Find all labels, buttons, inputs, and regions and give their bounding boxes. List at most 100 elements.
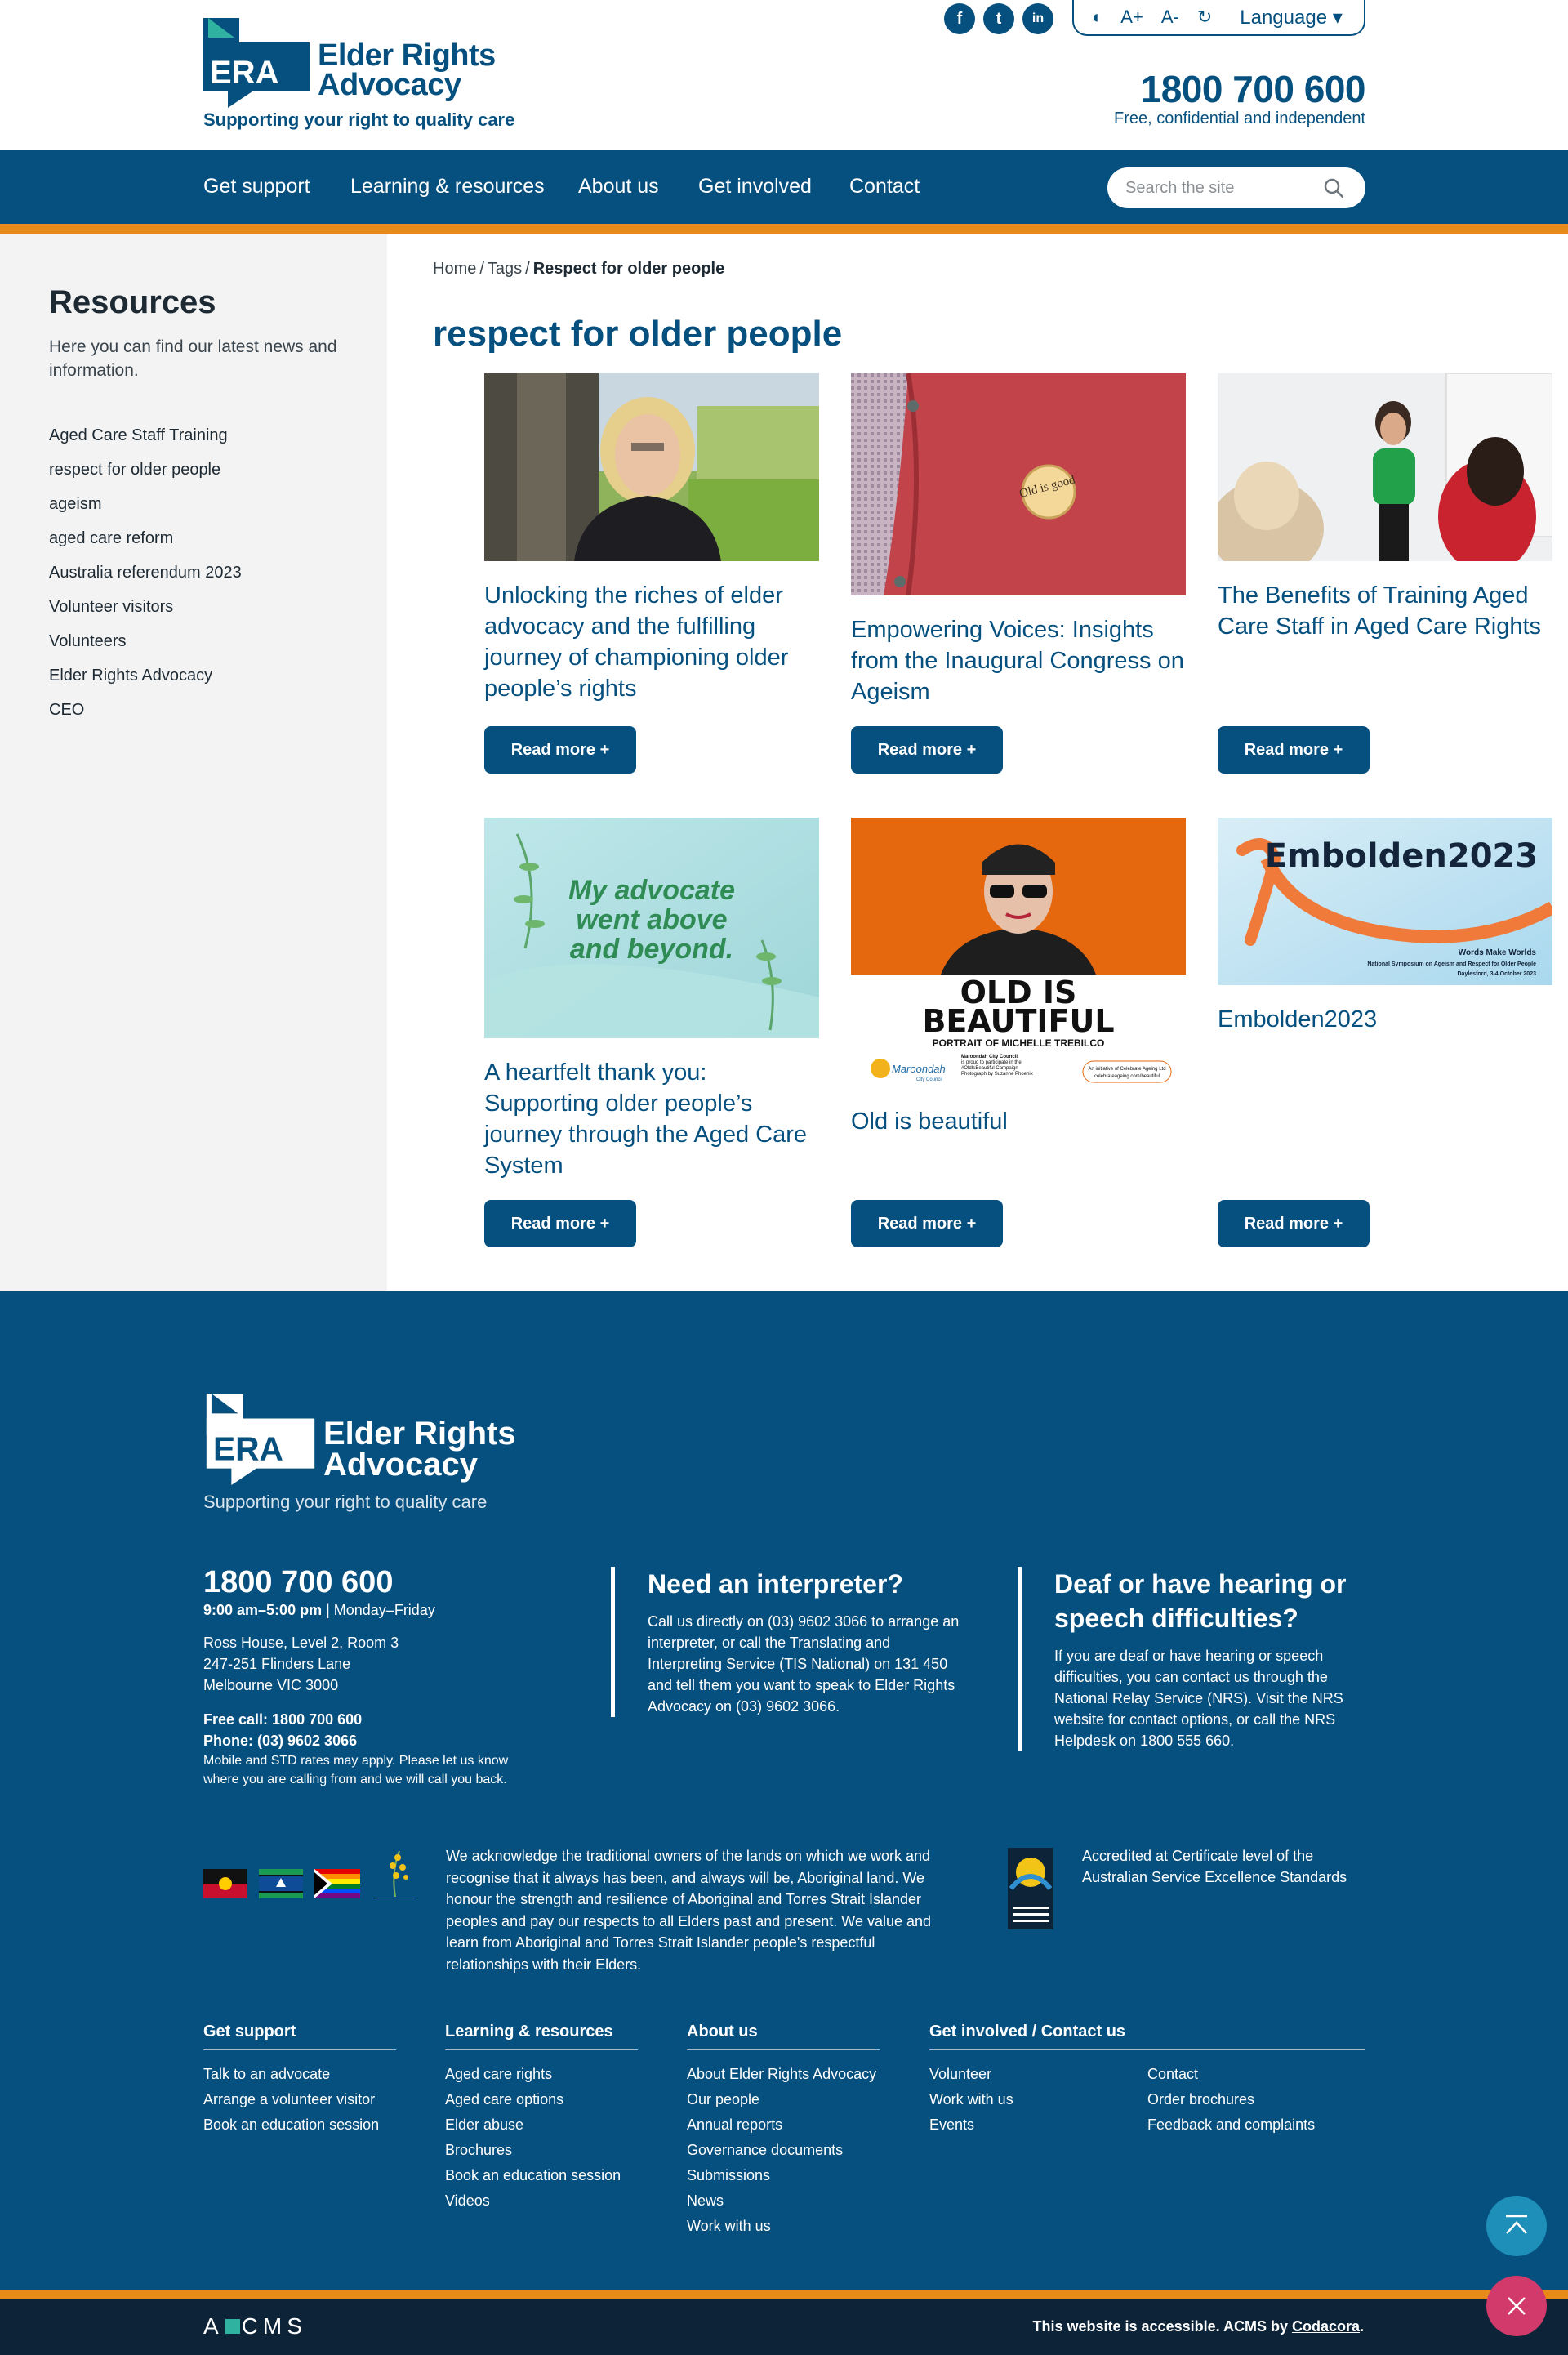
breadcrumb-home[interactable]: Home: [433, 260, 476, 278]
footer-logo-name: Elder Rights Advocacy: [323, 1416, 516, 1483]
card-title[interactable]: A heartfelt thank you: Supporting older …: [484, 1057, 819, 1181]
card-image-woman-by-tree[interactable]: [484, 373, 819, 561]
twitter-icon[interactable]: t: [983, 3, 1014, 34]
footer-link[interactable]: Aged care options: [445, 2087, 638, 2112]
header-phone[interactable]: 1800 700 600: [1141, 67, 1366, 111]
era-logo[interactable]: ERA Elder Rights Advocacy Supporting you…: [203, 18, 514, 136]
card-image-my-advocate-quote[interactable]: My advocate went above and beyond.: [484, 818, 819, 1038]
footer-link[interactable]: Elder abuse: [445, 2112, 638, 2138]
card-title[interactable]: Empowering Voices: Insights from the Ina…: [851, 614, 1186, 707]
svg-text:Daylesford, 3-4 October 2023: Daylesford, 3-4 October 2023: [1458, 971, 1537, 977]
text-decrease-button[interactable]: A-: [1161, 7, 1179, 28]
read-more-button[interactable]: Read more +: [1218, 726, 1370, 774]
sidebar-item[interactable]: Aged Care Staff Training: [49, 418, 242, 453]
read-more-button[interactable]: Read more +: [1218, 1200, 1370, 1247]
footer-link[interactable]: Book an education session: [445, 2163, 638, 2188]
language-dropdown[interactable]: Language ▾: [1240, 6, 1343, 29]
card-title[interactable]: Unlocking the riches of elder advocacy a…: [484, 580, 819, 704]
read-more-button[interactable]: Read more +: [851, 726, 1003, 774]
deaf-text: If you are deaf or have hearing or speec…: [1054, 1648, 1343, 1749]
footer-link[interactable]: Volunteer: [929, 2062, 1147, 2087]
card-image-old-is-beautiful-poster[interactable]: OLD IS BEAUTIFUL PORTRAIT OF MICHELLE TR…: [851, 818, 1186, 1087]
footer-link[interactable]: Work with us: [687, 2214, 880, 2239]
card-title[interactable]: The Benefits of Training Aged Care Staff…: [1218, 580, 1552, 642]
footer-address: Ross House, Level 2, Room 3 247-251 Flin…: [203, 1635, 399, 1693]
svg-text:BEAUTIFUL: BEAUTIFUL: [922, 1003, 1114, 1039]
footer-link[interactable]: Contact: [1147, 2062, 1365, 2087]
codacora-link[interactable]: Codacora: [1292, 2318, 1360, 2335]
footer-link[interactable]: About Elder Rights Advocacy: [687, 2062, 880, 2087]
nav-about-us[interactable]: About us: [578, 175, 659, 198]
nav-get-support[interactable]: Get support: [203, 175, 310, 198]
footer-link[interactable]: News: [687, 2188, 880, 2214]
footer-bottom-bar: A CMS This website is accessible. ACMS by…: [0, 2299, 1568, 2355]
footer-link[interactable]: Work with us: [929, 2087, 1147, 2112]
footer-phone-numbers: Free call: 1800 700 600 Phone: (03) 9602…: [203, 1711, 363, 1749]
svg-text:My advocate: My advocate: [568, 875, 735, 906]
footer-link[interactable]: Brochures: [445, 2138, 638, 2163]
article-card: Old is good Empowering Voices: Insights …: [851, 372, 1186, 707]
footer-phone[interactable]: 1800 700 600: [203, 1565, 393, 1600]
footer-logo-tagline: Supporting your right to quality care: [203, 1492, 488, 1512]
breadcrumb-tags[interactable]: Tags: [488, 260, 522, 278]
sidebar-title: Resources: [49, 284, 216, 320]
footer-link[interactable]: Annual reports: [687, 2112, 880, 2138]
nav-learning-resources[interactable]: Learning & resources: [350, 175, 545, 198]
read-more-button[interactable]: Read more +: [484, 726, 636, 774]
footer-link[interactable]: Aged care rights: [445, 2062, 638, 2087]
card-title[interactable]: Embolden2023: [1218, 1004, 1552, 1035]
sidebar-item[interactable]: Volunteers: [49, 624, 242, 658]
nav-contact[interactable]: Contact: [849, 175, 920, 198]
sidebar-item[interactable]: respect for older people: [49, 453, 242, 487]
interpreter-title: Need an interpreter?: [648, 1569, 903, 1599]
torres-strait-flag-icon: [259, 1869, 303, 1898]
sidebar: Resources Here you can find our latest n…: [0, 234, 387, 1291]
wattle-icon: [375, 1850, 414, 1898]
sidebar-item[interactable]: Volunteer visitors: [49, 590, 242, 624]
footer-link[interactable]: Book an education session: [203, 2112, 396, 2138]
card-image-embolden2023[interactable]: Embolden2023 Words Make Worlds National …: [1218, 818, 1556, 985]
card-title[interactable]: Old is beautiful: [851, 1106, 1186, 1137]
svg-text:ERA: ERA: [213, 1430, 283, 1467]
page-title: respect for older people: [433, 314, 843, 354]
sidebar-description: Here you can find our latest news and in…: [49, 337, 337, 380]
read-more-button[interactable]: Read more +: [851, 1200, 1003, 1247]
footer-link[interactable]: Our people: [687, 2087, 880, 2112]
nav-get-involved[interactable]: Get involved: [698, 175, 812, 198]
acms-logo[interactable]: A CMS: [203, 2313, 307, 2339]
sidebar-tag-list: Aged Care Staff Training respect for old…: [49, 418, 242, 727]
footer-link[interactable]: Order brochures: [1147, 2087, 1365, 2112]
sidebar-item[interactable]: ageism: [49, 487, 242, 521]
footer-menu-title: Get involved / Contact us: [929, 2023, 1365, 2050]
footer-link[interactable]: Submissions: [687, 2163, 880, 2188]
back-to-top-button[interactable]: [1486, 2196, 1547, 2256]
card-image-training-session[interactable]: [1209, 372, 1553, 578]
footer-logo[interactable]: ERA Elder Rights Advocacy Supporting you…: [203, 1394, 530, 1516]
footer-link[interactable]: Arrange a volunteer visitor: [203, 2087, 396, 2112]
svg-text:celebrateageing.com/beautiful: celebrateageing.com/beautiful: [1094, 1074, 1160, 1079]
card-image-old-is-good-badge[interactable]: Old is good: [851, 372, 1186, 596]
sidebar-item[interactable]: Australia referendum 2023: [49, 555, 242, 590]
breadcrumb: Home / Tags / Respect for older people: [433, 260, 725, 278]
search-icon[interactable]: [1323, 177, 1344, 198]
svg-text:Maroondah City Council: Maroondah City Council: [961, 1055, 1018, 1059]
footer-menu-involved: Get involved / Contact us Volunteer Work…: [929, 2023, 1365, 2138]
linkedin-icon[interactable]: in: [1022, 3, 1054, 34]
footer-link[interactable]: Feedback and complaints: [1147, 2112, 1365, 2138]
svg-text:Maroondah: Maroondah: [892, 1063, 946, 1075]
sidebar-item[interactable]: Elder Rights Advocacy: [49, 658, 242, 693]
close-button[interactable]: [1486, 2276, 1547, 2336]
logo-abbr: ERA: [210, 55, 278, 91]
svg-text:and beyond.: and beyond.: [570, 934, 733, 965]
facebook-icon[interactable]: f: [944, 3, 975, 34]
sidebar-item[interactable]: aged care reform: [49, 521, 242, 555]
contrast-icon[interactable]: ◐: [1092, 7, 1102, 28]
text-increase-button[interactable]: A+: [1120, 7, 1143, 28]
footer-link[interactable]: Videos: [445, 2188, 638, 2214]
footer-link[interactable]: Governance documents: [687, 2138, 880, 2163]
sidebar-item[interactable]: CEO: [49, 693, 242, 727]
reset-icon[interactable]: ↻: [1197, 7, 1212, 28]
footer-link[interactable]: Events: [929, 2112, 1147, 2138]
footer-link[interactable]: Talk to an advocate: [203, 2062, 396, 2087]
read-more-button[interactable]: Read more +: [484, 1200, 636, 1247]
